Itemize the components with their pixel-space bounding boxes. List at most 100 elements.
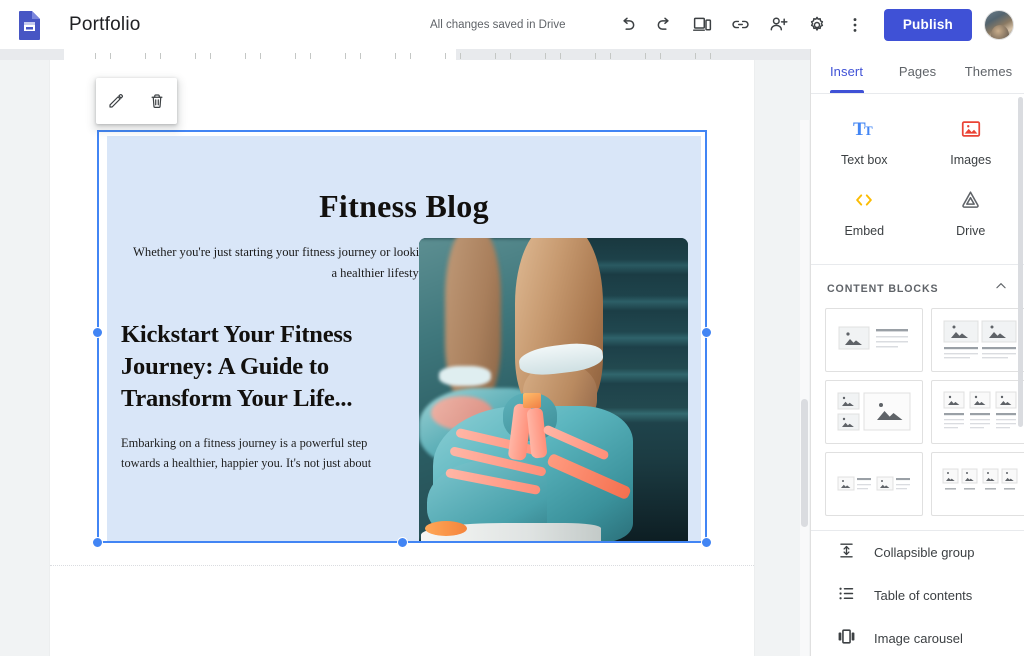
tab-themes[interactable]: Themes [953, 49, 1024, 93]
resize-handle-middle-left[interactable] [92, 327, 103, 338]
horizontal-ruler [0, 49, 810, 60]
canvas-scroll-track [800, 120, 809, 656]
blog-title[interactable]: Fitness Blog [107, 188, 701, 225]
ruler-tick [595, 53, 596, 59]
content-blocks-title: CONTENT BLOCKS [827, 283, 938, 295]
ruler-tick [660, 53, 661, 59]
ruler-tick [395, 53, 396, 59]
tab-insert[interactable]: Insert [811, 49, 882, 93]
insert-embed[interactable]: Embed [811, 179, 918, 250]
article-body[interactable]: Embarking on a fitness journey is a powe… [121, 433, 409, 473]
photo-back-sock [439, 366, 491, 386]
ruler-tick [710, 53, 711, 59]
insert-images[interactable]: Images [918, 108, 1024, 179]
insert-drive-label: Drive [956, 224, 985, 238]
site-page[interactable]: Fitness Blog Whether you're just startin… [50, 60, 754, 656]
canvas-scrollbar[interactable] [801, 399, 808, 527]
svg-text:T: T [864, 123, 873, 138]
ruler-tick [260, 53, 261, 59]
ruler-tick [360, 53, 361, 59]
panel-tabs: Insert Pages Themes [811, 49, 1024, 94]
block-two-image-text-pairs[interactable] [825, 452, 923, 516]
block-image-left-text-right[interactable] [825, 308, 923, 372]
photo-shoe-logo [523, 393, 541, 408]
page-title[interactable]: Portfolio [69, 14, 141, 36]
panel-scroll-area: T T Text box Images [811, 94, 1024, 656]
image-icon [960, 118, 982, 145]
insert-images-label: Images [950, 153, 991, 167]
preview-button[interactable] [684, 6, 722, 44]
ruler-tick [245, 53, 246, 59]
photo-sole-accent [425, 521, 467, 536]
resize-handle-bottom-center[interactable] [397, 537, 408, 548]
insert-panel: Insert Pages Themes T T Text box [810, 49, 1024, 656]
ruler-tick [445, 53, 446, 59]
tab-pages[interactable]: Pages [882, 49, 953, 93]
row-collapsible-group-label: Collapsible group [874, 545, 974, 560]
ruler-tick [145, 53, 146, 59]
ruler-tick [95, 53, 96, 59]
selected-section[interactable]: Fitness Blog Whether you're just startin… [97, 130, 707, 543]
ruler-tick [460, 53, 461, 59]
copy-link-button[interactable] [722, 6, 760, 44]
ruler-tick [110, 53, 111, 59]
ruler-tick [545, 53, 546, 59]
trash-icon[interactable] [142, 86, 172, 116]
block-four-images-four-captions[interactable] [931, 452, 1024, 516]
publish-button[interactable]: Publish [884, 9, 972, 41]
section-content[interactable]: Fitness Blog Whether you're just startin… [107, 136, 701, 541]
share-button[interactable] [760, 6, 798, 44]
resize-handle-bottom-right[interactable] [701, 537, 712, 548]
pencil-icon[interactable] [101, 86, 131, 116]
resize-handle-middle-right[interactable] [701, 327, 712, 338]
block-two-small-images-one-large[interactable] [825, 380, 923, 444]
insert-items-grid: T T Text box Images [811, 94, 1024, 265]
content-blocks-header[interactable]: CONTENT BLOCKS [811, 265, 1024, 308]
article-title[interactable]: Kickstart Your Fitness Journey: A Guide … [121, 319, 409, 415]
ruler-tick [695, 53, 696, 59]
text-box-icon: T T [852, 118, 876, 145]
google-drive-icon [959, 189, 982, 216]
avatar[interactable] [984, 10, 1014, 40]
panel-scrollbar[interactable] [1018, 97, 1023, 427]
more-options-button[interactable] [836, 6, 874, 44]
ruler-tick [560, 53, 561, 59]
list-icon [837, 584, 856, 608]
row-collapsible-group[interactable]: Collapsible group [811, 531, 1024, 574]
header-toolbar: Publish [608, 6, 1014, 44]
insert-text-box-label: Text box [841, 153, 888, 167]
row-table-of-contents[interactable]: Table of contents [811, 574, 1024, 617]
block-toolbar [96, 78, 177, 124]
ruler-tick [510, 53, 511, 59]
insert-text-box[interactable]: T T Text box [811, 108, 918, 179]
row-image-carousel-label: Image carousel [874, 631, 963, 646]
redo-button[interactable] [646, 6, 684, 44]
insert-drive[interactable]: Drive [918, 179, 1024, 250]
article-text-block[interactable]: Kickstart Your Fitness Journey: A Guide … [121, 319, 409, 473]
collapsible-group-icon [837, 541, 856, 565]
undo-button[interactable] [608, 6, 646, 44]
ruler-tick [295, 53, 296, 59]
ruler-tick [210, 53, 211, 59]
ruler-tick [195, 53, 196, 59]
ruler-tick [645, 53, 646, 59]
embed-code-icon [852, 189, 876, 216]
row-image-carousel[interactable]: Image carousel [811, 617, 1024, 656]
ruler-tick [345, 53, 346, 59]
app-header: Portfolio All changes saved in Drive [0, 0, 1024, 49]
google-sites-logo-icon[interactable] [15, 10, 45, 40]
article-photo[interactable] [419, 238, 688, 541]
carousel-icon [837, 627, 856, 651]
ruler-tick [495, 53, 496, 59]
block-three-images-three-texts[interactable] [931, 380, 1024, 444]
editor-canvas[interactable]: Fitness Blog Whether you're just startin… [0, 60, 810, 656]
block-two-images-two-texts[interactable] [931, 308, 1024, 372]
ruler-tick [610, 53, 611, 59]
resize-handle-bottom-left[interactable] [92, 537, 103, 548]
settings-button[interactable] [798, 6, 836, 44]
chevron-up-icon[interactable] [994, 279, 1008, 298]
content-blocks-grid [811, 308, 1024, 530]
ruler-tick [160, 53, 161, 59]
save-status: All changes saved in Drive [430, 19, 566, 31]
ruler-tick [310, 53, 311, 59]
